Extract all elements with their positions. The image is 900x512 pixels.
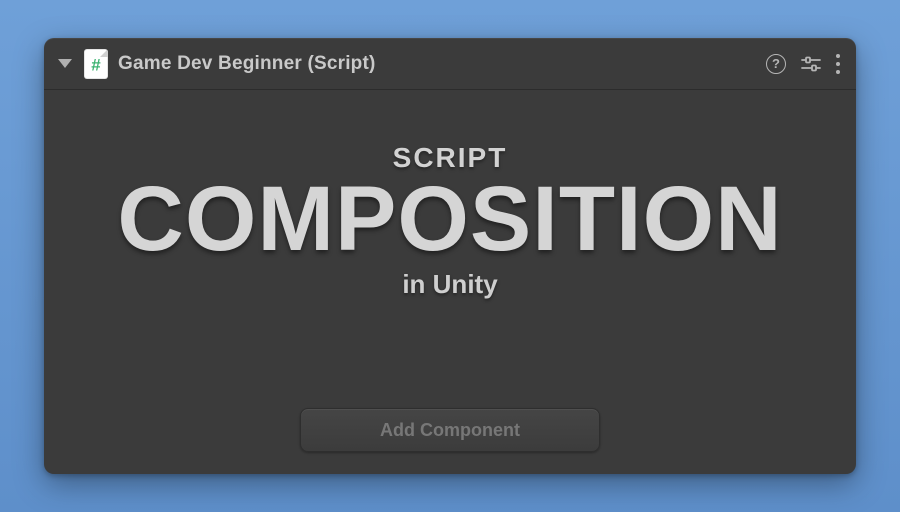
inspector-panel: # Game Dev Beginner (Script) ? <box>44 38 856 474</box>
context-menu-icon[interactable] <box>836 54 840 74</box>
script-file-icon: # <box>84 49 108 79</box>
hash-icon: # <box>91 57 100 74</box>
component-header[interactable]: # Game Dev Beginner (Script) ? <box>44 38 856 90</box>
add-component-label: Add Component <box>380 420 520 441</box>
hero-headline: COMPOSITION <box>117 176 782 263</box>
add-component-button[interactable]: Add Component <box>300 408 600 452</box>
hero-subline: in Unity <box>402 269 497 300</box>
component-title: Game Dev Beginner (Script) <box>118 53 376 75</box>
header-actions: ? <box>766 54 840 74</box>
expand-toggle-icon[interactable] <box>58 59 72 68</box>
help-icon[interactable]: ? <box>766 54 786 74</box>
presets-icon[interactable] <box>800 55 822 73</box>
